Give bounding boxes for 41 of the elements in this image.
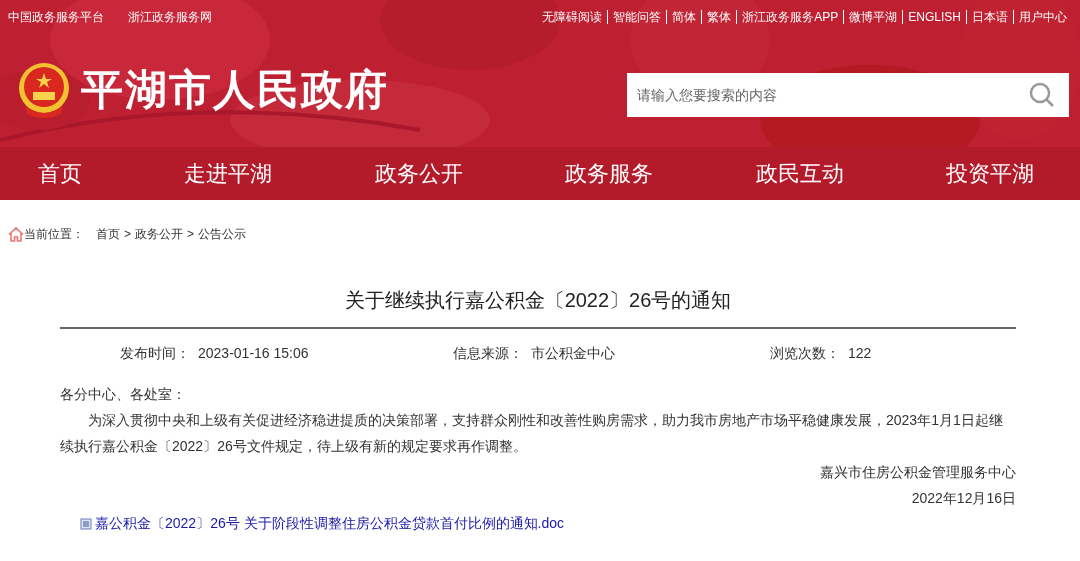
meta-label: 发布时间：	[120, 344, 190, 363]
top-link[interactable]: 繁体	[702, 10, 738, 24]
top-link[interactable]: 日本语	[967, 10, 1014, 24]
signature: 嘉兴市住房公积金管理服务中心	[819, 463, 1016, 482]
breadcrumb-link[interactable]: 政务公开	[135, 225, 183, 243]
salutation: 各分中心、各处室：	[60, 385, 187, 404]
nav-item[interactable]: 政民互动	[755, 157, 844, 190]
top-link[interactable]: 浙江政务服务网	[128, 8, 212, 26]
date: 2022年12月16日	[910, 489, 1016, 508]
nav-item[interactable]: 走进平湖	[184, 157, 273, 190]
breadcrumb-separator: >	[124, 226, 131, 243]
top-link[interactable]: 微博平湖	[844, 10, 904, 24]
attachment-link[interactable]: 嘉公积金〔2022〕26号 关于阶段性调整住房公积金贷款首付比例的通知.doc	[95, 513, 565, 534]
meta-value: 122	[848, 344, 872, 363]
meta-value: 市公积金中心	[531, 344, 615, 363]
meta-label: 信息来源：	[453, 344, 523, 363]
site-title: 平湖市人民政府	[81, 65, 389, 115]
nav-item[interactable]: 政务服务	[565, 157, 654, 190]
breadcrumb-separator: >	[187, 226, 195, 243]
search-field[interactable]: 请输入您要搜索的内容	[627, 73, 1069, 117]
top-link[interactable]: 简体	[667, 10, 703, 24]
top-link[interactable]: 浙江政务服务APP	[737, 10, 845, 24]
search-icon[interactable]	[1029, 82, 1055, 108]
body-paragraph: 为深入贯彻中央和上级有关促进经济稳进提质的决策部署，支持群众刚性和改善性购房需求，助力我市房地产市场平稳健康发展，2023年1月1日起继续执行嘉公积金〔2022〕26号文件规定，待上级有新的规定要求再作调整。	[60, 411, 1004, 456]
nav-item[interactable]: 政务公开	[374, 157, 463, 190]
meta-value: 2023-01-16 15:06	[198, 344, 309, 363]
breadcrumb-link[interactable]: 公告公示	[198, 225, 247, 243]
nav-item[interactable]: 投资平湖	[945, 157, 1034, 190]
home-icon	[8, 226, 24, 242]
top-link[interactable]: 中国政务服务平台	[8, 8, 104, 26]
top-link[interactable]: 用户中心	[1014, 10, 1072, 24]
top-link[interactable]: 智能问答	[608, 10, 668, 24]
breadcrumb-label: 当前位置：	[24, 226, 84, 243]
document-icon	[80, 517, 92, 530]
top-link[interactable]: 无障碍阅读	[537, 10, 609, 24]
article-title: 关于继续执行嘉公积金〔2022〕26号的通知	[343, 288, 733, 313]
meta-label: 浏览次数：	[770, 344, 840, 363]
top-link[interactable]: ENGLISH	[903, 10, 967, 24]
nav-item[interactable]: 首页	[38, 157, 82, 190]
breadcrumb-link[interactable]: 首页	[96, 225, 120, 243]
emblem-icon	[17, 61, 71, 118]
